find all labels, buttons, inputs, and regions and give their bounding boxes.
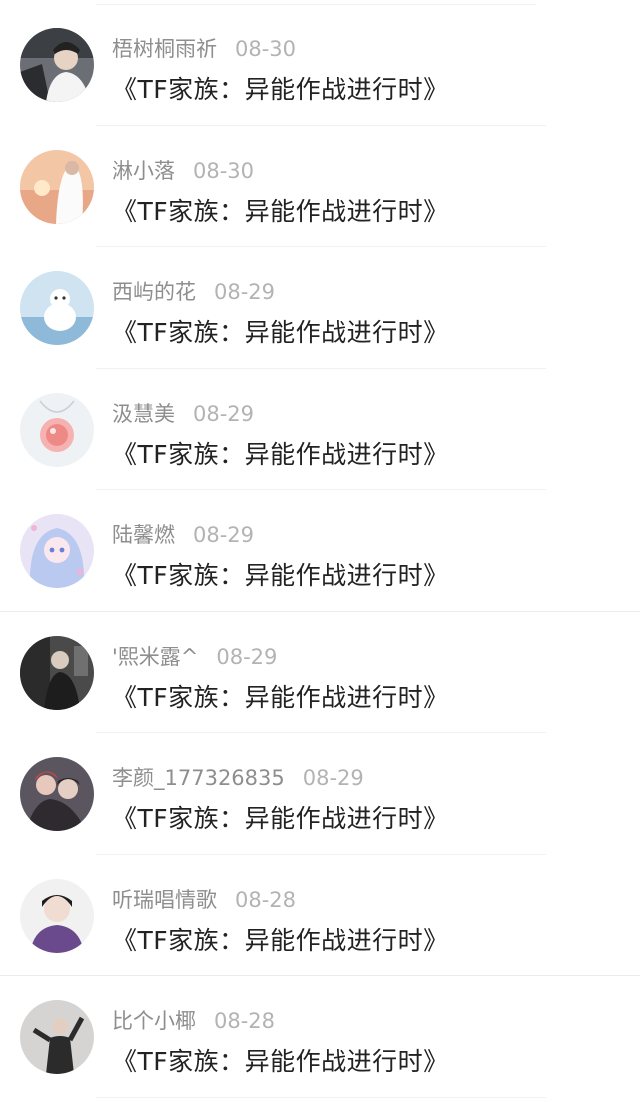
username[interactable]: 李颜_177326835 bbox=[112, 766, 285, 790]
item-meta: 汲慧美 08-29 bbox=[112, 399, 254, 429]
list-item[interactable]: 梧树桐雨祈 08-30 《TF家族：异能作战进行时》 bbox=[0, 4, 640, 126]
divider bbox=[96, 1096, 546, 1098]
avatar-two-people-icon[interactable] bbox=[20, 757, 94, 831]
list-item[interactable]: 听瑞唱情歌 08-28 《TF家族：异能作战进行时》 bbox=[0, 855, 640, 976]
username[interactable]: 陆馨燃 bbox=[112, 523, 175, 547]
avatar-boy-portrait-icon[interactable] bbox=[20, 878, 94, 953]
item-meta: 比个小椰 08-28 bbox=[112, 1006, 275, 1036]
username[interactable]: '熙米露^ bbox=[112, 645, 198, 669]
date-label: 08-29 bbox=[216, 644, 278, 669]
item-meta: 淋小落 08-30 bbox=[112, 156, 254, 186]
item-title[interactable]: 《TF家族：异能作战进行时》 bbox=[112, 680, 449, 716]
item-title[interactable]: 《TF家族：异能作战进行时》 bbox=[112, 315, 449, 351]
avatar-dark-photo-icon[interactable] bbox=[20, 635, 94, 710]
date-label: 08-29 bbox=[193, 401, 255, 426]
item-title[interactable]: 《TF家族：异能作战进行时》 bbox=[112, 72, 449, 108]
date-label: 08-28 bbox=[235, 887, 297, 912]
item-meta: 听瑞唱情歌 08-28 bbox=[112, 885, 296, 915]
message-list: 梧树桐雨祈 08-30 《TF家族：异能作战进行时》 淋小落 08-30 《TF家族… bbox=[0, 0, 640, 1102]
date-label: 08-29 bbox=[214, 280, 276, 304]
item-title[interactable]: 《TF家族：异能作战进行时》 bbox=[112, 437, 449, 473]
item-title[interactable]: 《TF家族：异能作战进行时》 bbox=[112, 558, 449, 594]
list-item[interactable]: 西屿的花 08-29 《TF家族：异能作战进行时》 bbox=[0, 247, 640, 369]
item-meta: 西屿的花 08-29 bbox=[112, 277, 275, 307]
date-label: 08-28 bbox=[214, 1009, 276, 1033]
username[interactable]: 比个小椰 bbox=[112, 1009, 196, 1033]
item-meta: 陆馨燃 08-29 bbox=[112, 520, 254, 550]
avatar-anime-girl-icon[interactable] bbox=[20, 514, 94, 588]
avatar-pink-pendant-icon[interactable] bbox=[20, 392, 94, 467]
username[interactable]: 梧树桐雨祈 bbox=[112, 37, 217, 61]
avatar-person-car-icon[interactable] bbox=[20, 28, 94, 102]
date-label: 08-29 bbox=[302, 766, 364, 790]
item-title[interactable]: 《TF家族：异能作战进行时》 bbox=[112, 923, 449, 959]
item-meta: 李颜_177326835 08-29 bbox=[112, 763, 364, 793]
username[interactable]: 淋小落 bbox=[112, 159, 175, 183]
list-item[interactable]: 李颜_177326835 08-29 《TF家族：异能作战进行时》 bbox=[0, 733, 640, 855]
item-title[interactable]: 《TF家族：异能作战进行时》 bbox=[112, 801, 449, 837]
item-meta: 梧树桐雨祈 08-30 bbox=[112, 34, 296, 64]
avatar-boy-pose-icon[interactable] bbox=[20, 1000, 94, 1074]
avatar-blue-creature-icon[interactable] bbox=[20, 271, 94, 345]
username[interactable]: 听瑞唱情歌 bbox=[112, 888, 217, 912]
username[interactable]: 西屿的花 bbox=[112, 280, 196, 304]
list-item[interactable]: 比个小椰 08-28 《TF家族：异能作战进行时》 bbox=[0, 976, 640, 1098]
date-label: 08-30 bbox=[235, 37, 297, 61]
list-item[interactable]: 汲慧美 08-29 《TF家族：异能作战进行时》 bbox=[0, 369, 640, 490]
date-label: 08-29 bbox=[193, 523, 255, 547]
item-title[interactable]: 《TF家族：异能作战进行时》 bbox=[112, 1044, 449, 1080]
item-title[interactable]: 《TF家族：异能作战进行时》 bbox=[112, 194, 449, 230]
avatar-sunset-girl-icon[interactable] bbox=[20, 149, 94, 224]
item-meta: '熙米露^ 08-29 bbox=[112, 642, 277, 672]
username[interactable]: 汲慧美 bbox=[112, 402, 175, 426]
list-item[interactable]: 淋小落 08-30 《TF家族：异能作战进行时》 bbox=[0, 126, 640, 247]
list-item[interactable]: '熙米露^ 08-29 《TF家族：异能作战进行时》 bbox=[0, 612, 640, 733]
list-item[interactable]: 陆馨燃 08-29 《TF家族：异能作战进行时》 bbox=[0, 490, 640, 612]
date-label: 08-30 bbox=[193, 158, 255, 183]
